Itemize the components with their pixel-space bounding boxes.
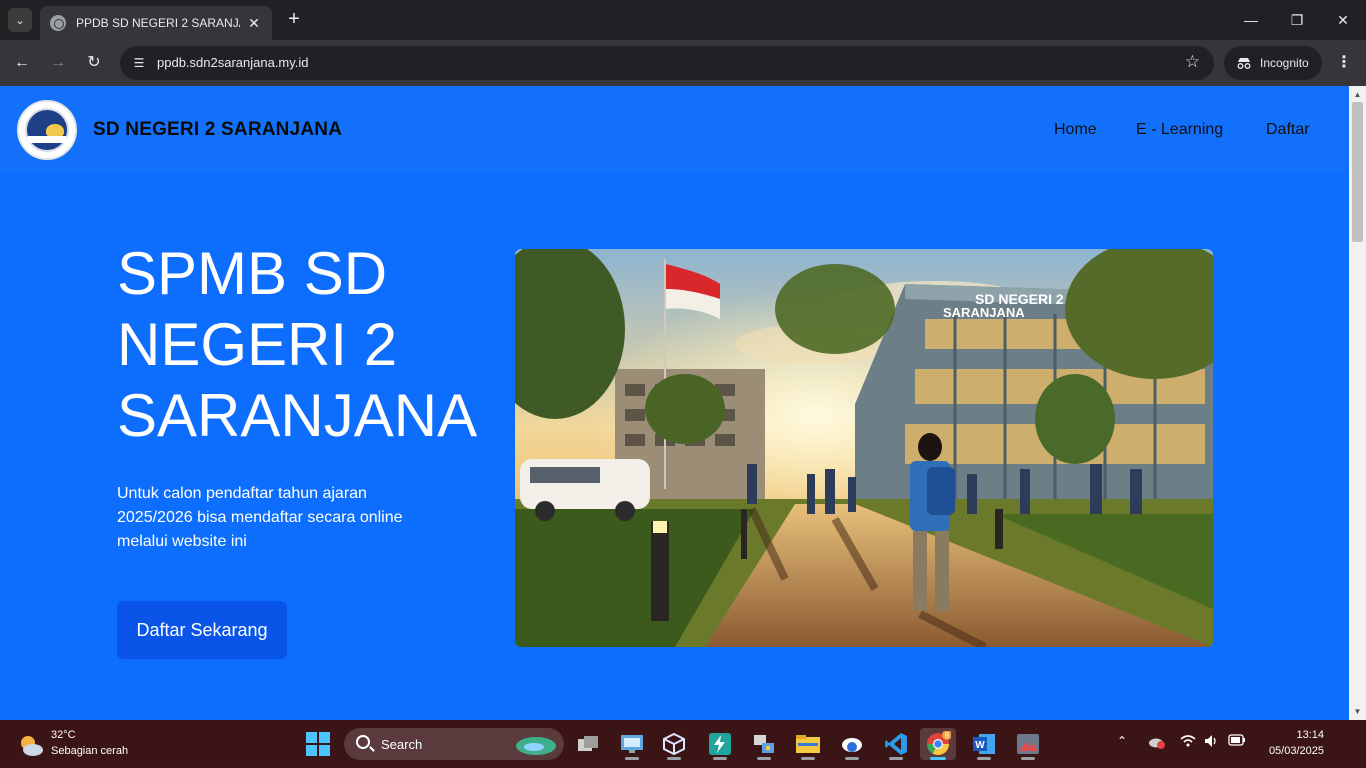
tab-search-button[interactable]: ⌄ [8,8,32,32]
search-icon [356,735,370,749]
file-explorer-icon[interactable] [790,728,826,760]
onedrive-error-icon[interactable] [1148,734,1166,750]
volume-icon[interactable] [1204,734,1218,748]
address-bar[interactable]: ☰ ppdb.sdn2saranjana.my.id ☆ [120,46,1214,80]
nav-link-home[interactable]: Home [1054,121,1097,139]
image-viewer-icon[interactable] [1010,728,1046,760]
tab-title: PPDB SD NEGERI 2 SARANJANA [76,16,240,30]
site-navbar: SD NEGERI 2 SARANJANA Home E - Learning … [0,86,1349,172]
search-label: Search [381,737,423,752]
show-hidden-icons[interactable]: ⌃ [1117,734,1127,748]
browser-tab[interactable]: PPDB SD NEGERI 2 SARANJANA ✕ [40,6,272,40]
app-icon-lightning[interactable] [702,728,738,760]
hero-title: SPMB SD NEGERI 2 SARANJANA [117,238,507,451]
incognito-badge[interactable]: Incognito [1224,46,1322,80]
scrollbar-thumb[interactable] [1352,102,1363,242]
word-icon[interactable]: W [966,728,1002,760]
daftar-sekarang-button[interactable]: Daftar Sekarang [117,601,287,659]
taskbar-search[interactable]: Search [344,728,564,760]
wifi-icon[interactable] [1180,734,1196,748]
school-sign-line: SARANJANA [943,305,1025,320]
site-brand[interactable]: SD NEGERI 2 SARANJANA [93,119,342,141]
scroll-up-icon[interactable]: ▲ [1353,90,1362,99]
network-lock-icon[interactable] [746,728,782,760]
browser-menu-icon[interactable]: ⋮ [1334,51,1354,75]
nav-link-e-learning[interactable]: E - Learning [1136,121,1223,139]
page-viewport: SD NEGERI 2 SARANJANA Home E - Learning … [0,86,1349,720]
page-scrollbar[interactable]: ▲ ▼ [1349,86,1366,720]
weather-description[interactable]: Sebagian cerah [51,745,128,757]
partly-cloudy-icon[interactable] [18,732,44,758]
school-logo[interactable] [17,100,77,160]
weather-temperature[interactable]: 32°C [51,729,76,741]
url-text[interactable]: ppdb.sdn2saranjana.my.id [157,55,309,70]
hero-description: Untuk calon pendaftar tahun ajaran 2025/… [117,485,403,550]
scroll-down-icon[interactable]: ▼ [1353,707,1362,716]
restore-button[interactable]: ❐ [1274,0,1320,40]
new-tab-button[interactable]: + [282,8,306,32]
minimize-button[interactable]: — [1228,0,1274,40]
hero-school-image: SD NEGERI 2 SARANJANA [515,249,1213,647]
hero-title-line: SPMB SD [117,240,388,307]
remote-desktop-icon[interactable] [614,728,650,760]
hero-title-line: SARANJANA [117,382,478,449]
incognito-icon [1237,58,1251,69]
logo-emblem [25,108,69,152]
chrome-icon[interactable]: 8 [920,728,956,760]
clock-date[interactable]: 05/03/2025 [1254,745,1324,757]
browser-tabbar: ⌄ PPDB SD NEGERI 2 SARANJANA ✕ + — ❐ ✕ [0,0,1366,40]
vscode-icon[interactable] [878,728,914,760]
reload-button[interactable]: ↻ [82,51,106,75]
battery-icon[interactable] [1228,734,1246,746]
site-info-icon[interactable]: ☰ [130,54,148,72]
logo-banner [27,136,67,143]
incognito-label: Incognito [1260,56,1309,70]
hero-title-line: NEGERI 2 [117,311,398,378]
nav-link-daftar[interactable]: Daftar [1266,121,1310,139]
task-view-icon[interactable] [570,728,606,760]
browser-toolbar: ← → ↻ ☰ ppdb.sdn2saranjana.my.id ☆ Incog… [0,40,1366,86]
back-button[interactable]: ← [10,51,34,75]
forward-button[interactable]: → [46,51,70,75]
chrome-badge-count: 8 [945,731,950,740]
tab-close-icon[interactable]: ✕ [246,15,262,32]
start-button[interactable] [306,732,330,756]
close-window-button[interactable]: ✕ [1320,0,1366,40]
windows-taskbar: 32°C Sebagian cerah Search 8 W ⌃ 13:14 0… [0,720,1366,768]
bookmark-star-icon[interactable]: ☆ [1185,52,1200,72]
virtualbox-icon[interactable] [656,728,692,760]
cloud-app-icon[interactable] [834,728,870,760]
svg-text:W: W [975,740,985,751]
globe-icon [50,15,66,31]
search-highlight-image [516,737,556,755]
clock-time[interactable]: 13:14 [1280,729,1324,741]
